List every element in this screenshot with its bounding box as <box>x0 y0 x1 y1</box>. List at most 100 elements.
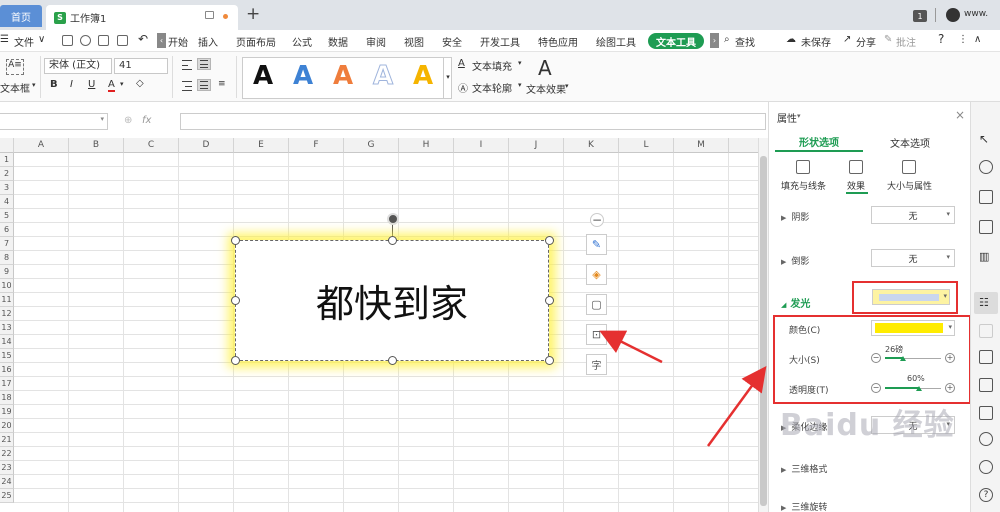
row-header[interactable]: 9 <box>0 265 14 279</box>
resize-handle-bottom-right[interactable] <box>545 356 554 365</box>
add-tab-button[interactable]: + <box>246 4 260 24</box>
text-style-1[interactable]: A <box>253 61 273 91</box>
menu-page-layout[interactable]: 页面布局 <box>236 34 276 49</box>
shapes-icon[interactable] <box>979 160 993 174</box>
fill-bucket-icon[interactable]: ◈ <box>586 264 607 285</box>
outline-icon[interactable]: ▢ <box>586 294 607 315</box>
text-style-4[interactable]: A <box>372 61 393 92</box>
row-header[interactable]: 19 <box>0 405 14 419</box>
more-icon[interactable]: ⋮ <box>958 34 968 45</box>
rotate-handle-icon[interactable] <box>387 213 399 225</box>
comment-button[interactable]: 批注 <box>896 34 916 49</box>
chart-icon[interactable]: ▥ <box>979 250 993 264</box>
align-left-icon[interactable] <box>180 59 194 71</box>
menu-insert[interactable]: 插入 <box>198 34 218 49</box>
row-header[interactable]: 6 <box>0 223 14 237</box>
row-header[interactable]: 15 <box>0 349 14 363</box>
compass-icon[interactable] <box>979 432 993 446</box>
search-button[interactable]: 查找 <box>735 34 755 49</box>
menu-review[interactable]: 审阅 <box>366 34 386 49</box>
row-header[interactable]: 3 <box>0 181 14 195</box>
align-justify-icon[interactable] <box>197 79 211 91</box>
size-properties-icon[interactable] <box>902 160 916 174</box>
effects-icon[interactable] <box>849 160 863 174</box>
fill-line-icon[interactable] <box>796 160 810 174</box>
column-header[interactable]: M <box>674 138 729 153</box>
row-header[interactable]: 25 <box>0 489 14 503</box>
row-header[interactable]: 16 <box>0 363 14 377</box>
row-header[interactable]: 13 <box>0 321 14 335</box>
layout-icon[interactable] <box>979 220 993 234</box>
row-header[interactable]: 1 <box>0 153 14 167</box>
text-effect-icon[interactable]: A <box>538 56 552 80</box>
formula-input[interactable] <box>180 113 766 130</box>
textbox-icon[interactable]: A≡ <box>6 59 24 75</box>
undo-icon[interactable]: ↶ <box>138 32 148 46</box>
chevron-down-icon[interactable]: ▾ <box>518 81 522 89</box>
column-header[interactable] <box>729 138 758 153</box>
italic-button[interactable]: I <box>70 79 73 90</box>
resize-handle-bottom-left[interactable] <box>231 356 240 365</box>
resize-handle-top-left[interactable] <box>231 236 240 245</box>
search-icon[interactable]: ⌕ <box>724 34 730 45</box>
bold-button[interactable]: B <box>50 79 58 90</box>
column-header[interactable]: K <box>564 138 619 153</box>
column-header[interactable]: F <box>289 138 344 153</box>
collapse-ribbon-icon[interactable]: ∧ <box>974 34 981 45</box>
menu-home[interactable]: 开始 <box>168 34 188 49</box>
menu-view[interactable]: 视图 <box>404 34 424 49</box>
gallery-more-button[interactable]: ▾ <box>443 57 452 99</box>
scroll-right-button[interactable]: › <box>710 33 719 48</box>
align-center-icon[interactable] <box>197 58 211 70</box>
glow-section[interactable]: ◢ 发光 <box>781 295 810 310</box>
tab-workbook[interactable]: S 工作簿1 <box>46 5 238 30</box>
table-icon[interactable] <box>979 190 993 204</box>
resize-handle-left[interactable] <box>231 296 240 305</box>
row-header[interactable]: 18 <box>0 391 14 405</box>
text-outline-button[interactable]: 文本轮廓 <box>472 80 512 95</box>
window-count-badge[interactable]: 1 <box>913 10 927 22</box>
tab-shape-options[interactable]: 形状选项 <box>775 132 863 152</box>
row-header[interactable]: 10 <box>0 279 14 293</box>
sub-tab-effects[interactable]: 效果 <box>847 179 865 192</box>
share-button[interactable]: 分享 <box>856 34 876 49</box>
help-icon[interactable]: ? <box>979 488 993 502</box>
underline-button[interactable]: U <box>88 79 95 90</box>
column-header[interactable]: E <box>234 138 289 153</box>
cloud-icon[interactable]: ☁ <box>786 34 796 45</box>
row-header[interactable]: 20 <box>0 419 14 433</box>
export-icon[interactable] <box>979 378 993 392</box>
reflection-select[interactable]: 无 ▾ <box>871 249 955 267</box>
resize-handle-top[interactable] <box>388 236 397 245</box>
history-icon[interactable] <box>979 460 993 474</box>
column-header[interactable]: H <box>399 138 454 153</box>
row-header[interactable]: 23 <box>0 461 14 475</box>
row-header[interactable]: 24 <box>0 475 14 489</box>
shadow-section[interactable]: ▶ 阴影 <box>781 210 809 223</box>
save-icon[interactable] <box>62 35 73 46</box>
row-header[interactable]: 21 <box>0 433 14 447</box>
resize-handle-bottom[interactable] <box>388 356 397 365</box>
font-color-button[interactable]: A <box>108 79 115 92</box>
chevron-down-icon[interactable]: ∨ <box>38 34 45 45</box>
row-header[interactable]: 22 <box>0 447 14 461</box>
row-header[interactable]: 2 <box>0 167 14 181</box>
chevron-down-icon[interactable]: ▾ <box>797 112 801 120</box>
text-style-2[interactable]: A <box>293 61 313 91</box>
zoom-icon[interactable]: ⊕ <box>124 115 132 126</box>
column-header[interactable]: G <box>344 138 399 153</box>
resize-handle-top-right[interactable] <box>545 236 554 245</box>
text-fill-button[interactable]: 文本填充 <box>472 58 512 73</box>
reflection-section[interactable]: ▶ 倒影 <box>781 254 809 267</box>
resize-handle-right[interactable] <box>545 296 554 305</box>
text-wrap-icon[interactable]: ⊡ <box>586 324 607 345</box>
menu-developer[interactable]: 开发工具 <box>480 34 520 49</box>
text-box-shape[interactable]: 都快到家 <box>235 240 549 361</box>
cursor-icon[interactable]: ↖ <box>979 132 993 146</box>
sub-tab-size-properties[interactable]: 大小与属性 <box>887 179 932 192</box>
unsaved-status[interactable]: 未保存 <box>801 34 831 49</box>
pin-icon[interactable] <box>205 11 214 19</box>
chevron-down-icon[interactable]: ▾ <box>120 80 124 88</box>
help-icon[interactable]: ? <box>938 32 944 46</box>
column-header[interactable]: B <box>69 138 124 153</box>
